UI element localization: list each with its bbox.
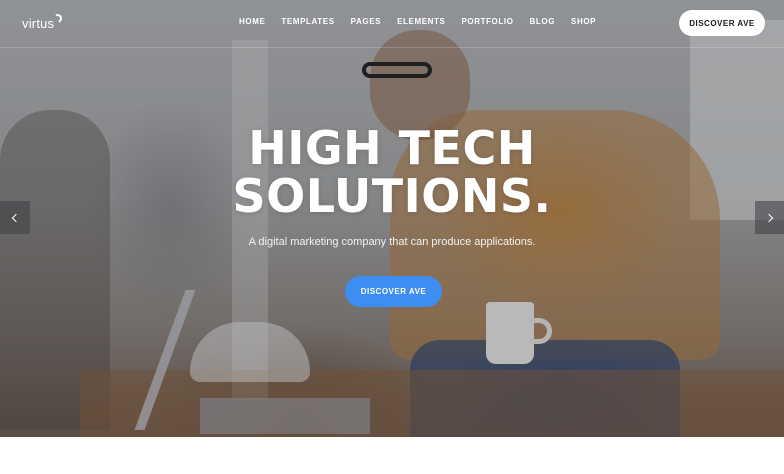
chevron-right-icon xyxy=(764,213,774,222)
slider-next-button[interactable] xyxy=(755,201,784,234)
discover-ave-header-button[interactable]: DISCOVER AVE xyxy=(679,10,765,36)
hero-subtitle: A digital marketing company that can pro… xyxy=(248,236,536,248)
slider-prev-button[interactable] xyxy=(0,201,30,234)
discover-ave-hero-button[interactable]: DISCOVER AVE xyxy=(345,276,442,307)
chevron-left-icon xyxy=(11,213,21,222)
site-header: virtus HOME TEMPLATES PAGES ELEMENTS POR… xyxy=(0,0,784,48)
nav-portfolio[interactable]: PORTFOLIO xyxy=(461,17,513,26)
nav-blog[interactable]: BLOG xyxy=(530,17,556,26)
hero-title: HIGH TECH SOLUTIONS. xyxy=(192,124,592,220)
nav-pages[interactable]: PAGES xyxy=(351,17,381,26)
main-nav: HOME TEMPLATES PAGES ELEMENTS PORTFOLIO … xyxy=(231,17,604,26)
hero-section: virtus HOME TEMPLATES PAGES ELEMENTS POR… xyxy=(0,0,784,437)
nav-elements[interactable]: ELEMENTS xyxy=(397,17,445,26)
logo[interactable]: virtus xyxy=(22,16,54,31)
nav-templates[interactable]: TEMPLATES xyxy=(281,17,334,26)
nav-shop[interactable]: SHOP xyxy=(571,17,596,26)
nav-home[interactable]: HOME xyxy=(239,17,265,26)
hero-title-line-2: SOLUTIONS. xyxy=(232,169,552,223)
hero-title-line-1: HIGH TECH xyxy=(248,121,536,175)
